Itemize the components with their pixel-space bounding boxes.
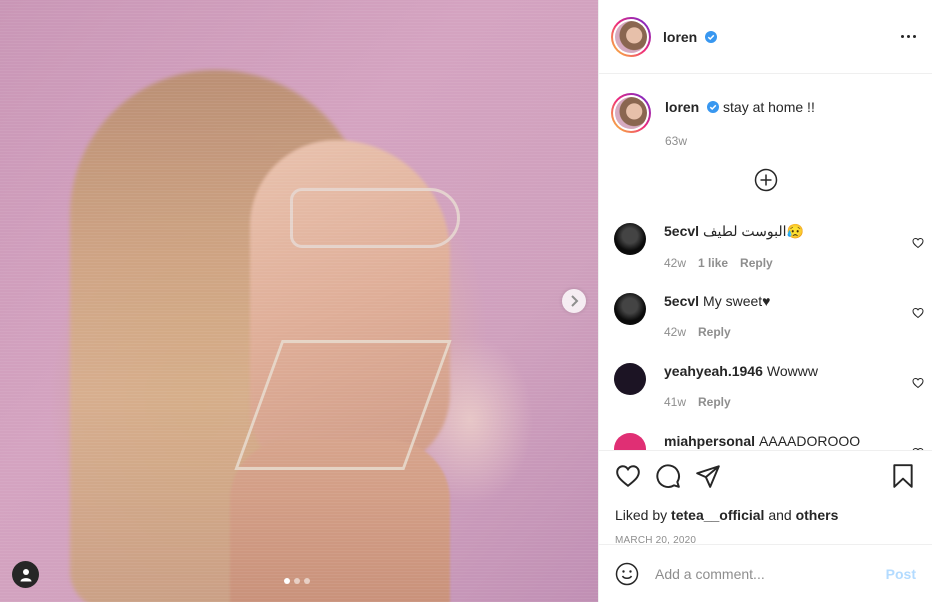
verified-badge-icon bbox=[705, 30, 718, 43]
commenter-avatar[interactable] bbox=[614, 293, 646, 325]
commenter-username[interactable]: miahpersonal bbox=[664, 433, 755, 449]
comment-text: Wowww bbox=[766, 363, 818, 379]
bookmark-icon[interactable] bbox=[890, 463, 916, 489]
reply-button[interactable]: Reply bbox=[698, 325, 731, 339]
tagged-users-button[interactable] bbox=[12, 561, 39, 588]
carousel-dot bbox=[304, 578, 310, 584]
comment-input[interactable] bbox=[655, 565, 886, 582]
chevron-right-icon bbox=[571, 295, 579, 307]
verified-badge-icon bbox=[707, 101, 720, 113]
commenter-avatar[interactable] bbox=[614, 433, 646, 450]
reply-button[interactable]: Reply bbox=[740, 256, 773, 270]
author-avatar[interactable] bbox=[611, 16, 651, 57]
ellipsis-icon bbox=[901, 35, 904, 38]
commenter-username[interactable]: 5ecvl bbox=[664, 293, 699, 309]
photo-texture bbox=[0, 0, 598, 602]
commenter-avatar[interactable] bbox=[614, 223, 646, 255]
heart-icon[interactable] bbox=[912, 377, 924, 389]
comment-age: 42w bbox=[664, 256, 687, 270]
caption-text: stay at home !! bbox=[723, 99, 815, 115]
likes-summary: Liked by tetea__official and others bbox=[615, 507, 839, 523]
liked-by-user[interactable]: tetea__official bbox=[671, 507, 764, 523]
plus-circle-icon[interactable] bbox=[754, 168, 778, 192]
comment-age: 41w bbox=[664, 395, 687, 409]
heart-icon[interactable] bbox=[912, 307, 924, 319]
comment-likes[interactable]: 1 like bbox=[698, 256, 728, 270]
paper-plane-icon[interactable] bbox=[695, 463, 721, 489]
comments-list[interactable]: loren stay at home !! 63w 5ecvl البوست لط… bbox=[599, 75, 932, 450]
heart-icon[interactable] bbox=[912, 237, 924, 249]
commenter-username[interactable]: yeahyeah.1946 bbox=[664, 363, 763, 379]
comment-item: yeahyeah.1946 Wowww 41w Reply bbox=[614, 363, 924, 409]
reply-button[interactable]: Reply bbox=[698, 395, 731, 409]
user-tag-icon bbox=[20, 568, 31, 581]
more-options-button[interactable] bbox=[901, 35, 916, 38]
carousel-dot bbox=[284, 578, 290, 584]
post-side-panel: loren loren stay at home !! 63w 5ecvl ال… bbox=[598, 0, 932, 602]
caption-avatar[interactable] bbox=[611, 93, 651, 133]
post-photo[interactable] bbox=[0, 0, 598, 602]
commenter-avatar[interactable] bbox=[614, 363, 646, 395]
comment-item: 5ecvl البوست لطيف😥 42w 1 like Reply bbox=[614, 223, 924, 270]
caption-age: 63w bbox=[665, 134, 688, 148]
comment-item: 5ecvl My sweet♥ 42w Reply bbox=[614, 293, 924, 339]
post-caption: loren stay at home !! 63w bbox=[599, 75, 932, 148]
carousel-indicator bbox=[284, 578, 310, 584]
comment-text: البوست لطيف😥 bbox=[703, 223, 804, 239]
comment-text: My sweet♥ bbox=[703, 293, 771, 309]
caption-username[interactable]: loren bbox=[665, 99, 723, 115]
comment-text: AAAADOROOO bbox=[759, 433, 861, 449]
heart-icon[interactable] bbox=[615, 463, 641, 489]
carousel-dot bbox=[294, 578, 300, 584]
comment-age: 42w bbox=[664, 325, 687, 339]
commenter-username[interactable]: 5ecvl bbox=[664, 223, 699, 239]
post-actions: Liked by tetea__official and others MARC… bbox=[599, 450, 932, 546]
add-comment-bar: Post bbox=[599, 544, 932, 602]
post-header: loren bbox=[599, 0, 932, 74]
comment-item: miahpersonal AAAADOROOO bbox=[614, 433, 924, 450]
comment-bubble-icon[interactable] bbox=[655, 463, 681, 489]
carousel-next-button[interactable] bbox=[562, 289, 586, 313]
liked-by-others[interactable]: others bbox=[796, 507, 839, 523]
smiley-icon[interactable] bbox=[615, 562, 639, 586]
post-comment-button[interactable]: Post bbox=[886, 566, 916, 582]
author-username[interactable]: loren bbox=[663, 29, 718, 45]
